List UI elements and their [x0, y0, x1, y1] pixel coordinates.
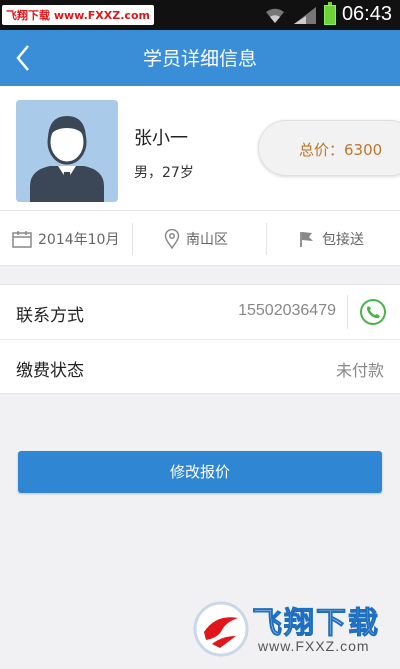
divider [347, 295, 348, 329]
site-watermark-logo: 飞翔下载 www.FXXZ.com [192, 592, 396, 664]
phone-label: 联系方式 [16, 306, 84, 326]
flag-icon [300, 232, 313, 247]
status-time: 06:43 [341, 3, 392, 25]
signal-icon [293, 6, 316, 24]
app-header: 学员详细信息 [0, 30, 400, 86]
fxxz-logo-icon [193, 601, 249, 657]
divider [266, 223, 267, 255]
info-row: 2014年10月 南山区 包接送 [0, 210, 400, 266]
detail-list: 联系方式 15502036479 缴费状态 未付款 [0, 284, 400, 394]
location-pin-icon [164, 229, 180, 249]
status-bar: 飞翔下载 www.FXXZ.com 06:43 [0, 0, 400, 30]
district-info: 南山区 [164, 211, 228, 267]
calendar-icon [12, 231, 32, 248]
site-watermark: 飞翔下载 www.FXXZ.com [2, 5, 154, 25]
total-price-badge: 总价：6300 [258, 120, 400, 176]
payment-label: 缴费状态 [16, 361, 84, 381]
pickup-info: 包接送 [298, 211, 364, 267]
divider [132, 223, 133, 255]
list-item-phone: 联系方式 15502036479 [0, 285, 400, 339]
total-price-text: 总价：6300 [299, 141, 383, 159]
pickup-text: 包接送 [322, 232, 364, 248]
phone-icon [360, 299, 386, 325]
date-text: 2014年10月 [38, 232, 120, 248]
student-profile: 张小一 男，27岁 总价：6300 [0, 86, 400, 210]
phone-value: 15502036479 [238, 302, 336, 319]
avatar [16, 100, 118, 202]
wifi-icon [265, 8, 284, 23]
student-name: 张小一 [134, 128, 188, 149]
battery-icon [323, 1, 336, 25]
student-gender-age: 男，27岁 [134, 165, 194, 181]
call-button[interactable] [358, 297, 388, 327]
user-avatar-icon [16, 100, 118, 202]
district-text: 南山区 [186, 232, 228, 248]
watermark-title: 飞翔下载 [252, 606, 380, 642]
payment-value: 未付款 [335, 363, 384, 380]
list-item-payment: 缴费状态 未付款 [0, 339, 400, 393]
status-icons: 06:43 [264, 1, 392, 26]
watermark-url: www.FXXZ.com [258, 638, 370, 654]
edit-quote-button[interactable]: 修改报价 [18, 451, 382, 493]
date-info: 2014年10月 [12, 211, 119, 267]
page-title: 学员详细信息 [142, 48, 257, 70]
